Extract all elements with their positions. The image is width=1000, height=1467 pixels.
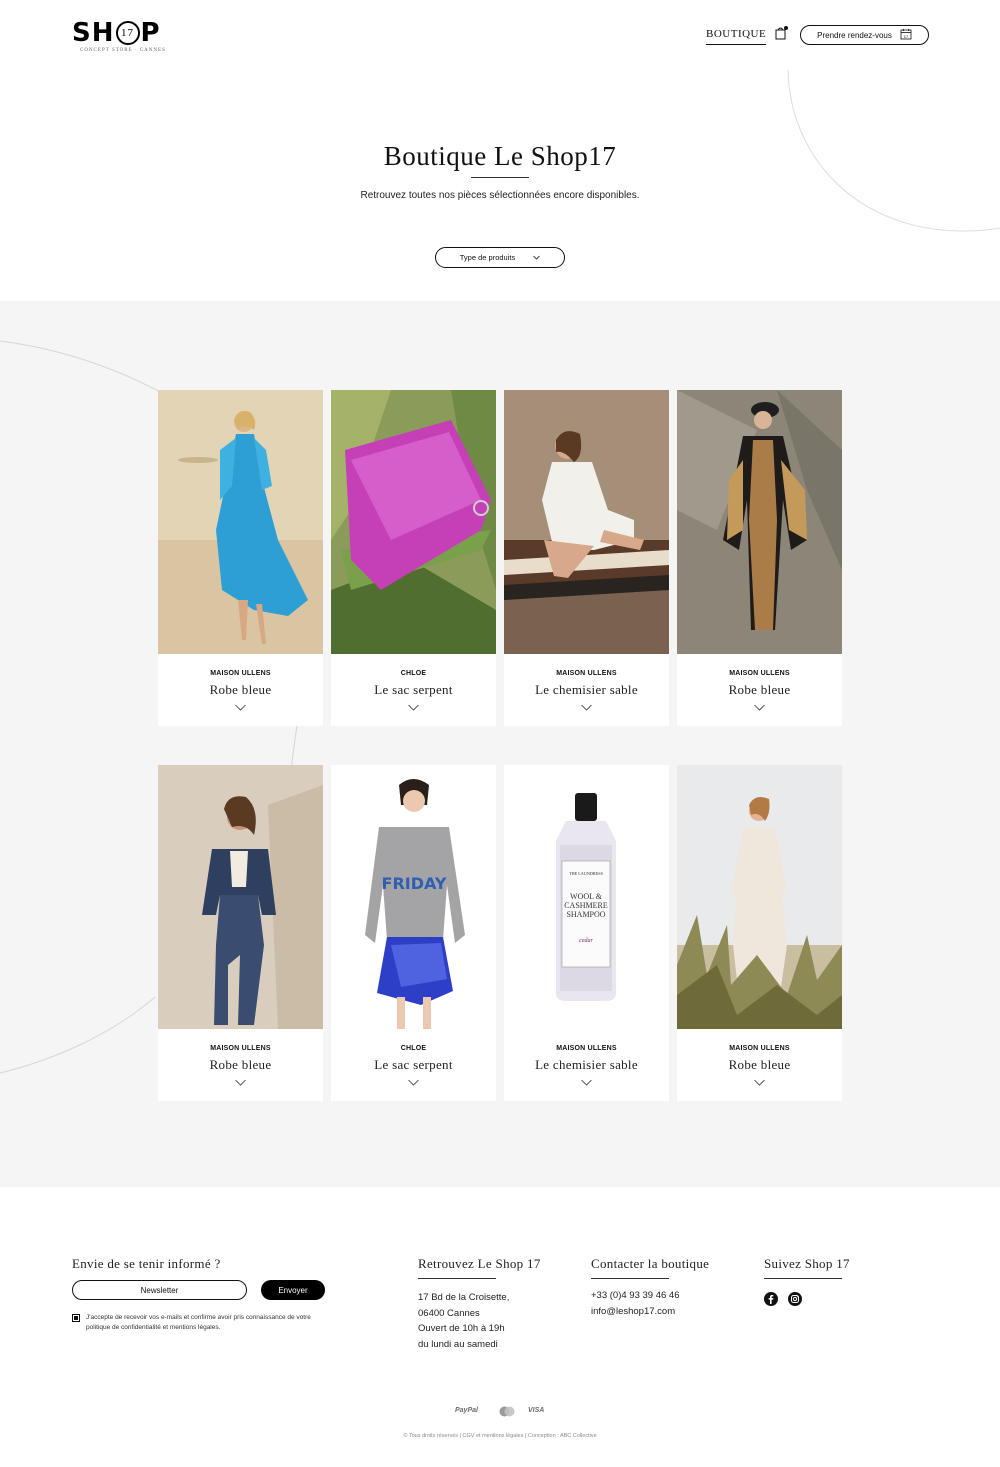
site-header: SH 17 P CONCEPT STORE · CANNES BOUTIQUE … [0,0,1000,70]
product-card[interactable]: MAISON ULLENS Robe bleue [677,390,842,726]
product-brand: MAISON ULLENS [210,1045,271,1052]
filter-label: Type de produits [459,253,516,262]
consent-text: J'accepte de recevoir vos e-mails et con… [86,1314,311,1331]
section-decorative-curves [0,340,298,1074]
product-card[interactable]: MAISON ULLENS Robe bleue [158,765,323,1101]
address-block: 17 Bd de la Croisette, 06400 Cannes Ouve… [418,1290,509,1352]
contact-block: +33 (0)4 93 39 46 46 info@leshop17.com [591,1288,679,1319]
chevron-down-icon[interactable] [408,1079,419,1086]
email-link[interactable]: info@leshop17.com [591,1304,679,1320]
product-card[interactable]: MAISON ULLENS Le chemisier sable [504,390,669,726]
product-card[interactable]: FRIDAY CHLOE Le sac serpent [331,765,496,1101]
product-type-filter[interactable]: Type de produits [435,247,565,268]
paypal-icon: PayPal [455,1407,478,1414]
consent-checkbox[interactable] [72,1314,80,1322]
svg-text:SHAMPOO: SHAMPOO [566,910,605,919]
product-name: Robe bleue [728,682,791,697]
product-card[interactable]: MAISON ULLENS Robe bleue [677,765,842,1101]
appointment-button[interactable]: Prendre rendez-vous 17 [800,25,929,45]
logo-letter-p: P [140,18,161,48]
newsletter-title: Envie de se tenir informé ? [72,1256,221,1271]
product-image[interactable] [158,765,323,1029]
product-image[interactable] [158,390,323,654]
product-brand: CHLOE [400,670,427,677]
product-image[interactable] [331,390,496,654]
page-subtitle: Retrouvez toutes nos pièces sélectionnée… [360,190,640,201]
cart-icon[interactable] [774,26,788,40]
product-brand: MAISON ULLENS [729,670,790,677]
chevron-down-icon[interactable] [235,704,246,711]
product-name: Robe bleue [209,1057,272,1072]
visa-icon: VISA [528,1407,545,1414]
product-image[interactable] [677,390,842,654]
chevron-down-icon[interactable] [235,1079,246,1086]
chevron-down-icon[interactable] [581,1079,592,1086]
product-brand: MAISON ULLENS [556,670,617,677]
svg-text:cedar: cedar [579,938,593,944]
calendar-icon: 17 [900,28,912,42]
chevron-down-icon[interactable] [408,704,419,711]
svg-text:CASHMERE: CASHMERE [564,901,608,910]
mastercard-icon [499,1406,515,1419]
address-title: Retrouvez Le Shop 17 [418,1256,541,1271]
product-name: Le chemisier sable [535,682,638,697]
product-grid-section: MAISON ULLENS Robe bleue CHLOE Le sac se… [0,301,1000,1187]
product-image[interactable] [504,390,669,654]
svg-text:17: 17 [904,34,909,39]
product-name: Le chemisier sable [535,1057,638,1072]
svg-text:FRIDAY: FRIDAY [382,874,447,893]
address-title-divider [418,1278,496,1279]
product-card[interactable]: CHLOE Le sac serpent [331,390,496,726]
svg-text:THE LAUNDRESS: THE LAUNDRESS [569,871,604,876]
contact-title-divider [591,1278,669,1279]
appointment-label: Prendre rendez-vous [817,30,892,40]
product-image[interactable]: FRIDAY [331,765,496,1029]
title-divider [471,177,529,178]
chevron-down-icon [533,253,541,262]
logo-letters-sh: SH [72,18,115,48]
product-name: Robe bleue [728,1057,791,1072]
copyright: © Tous droits réservés | CGV et mentions… [403,1433,597,1439]
product-card[interactable]: MAISON ULLENS Robe bleue [158,390,323,726]
chevron-down-icon[interactable] [754,704,765,711]
product-name: Le sac serpent [374,682,453,697]
social-title-divider [764,1278,842,1279]
svg-text:WOOL &: WOOL & [570,892,603,901]
product-brand: MAISON ULLENS [729,1045,790,1052]
instagram-icon[interactable] [788,1292,802,1306]
facebook-icon[interactable] [764,1292,778,1306]
product-card[interactable]: THE LAUNDRESS WOOL & CASHMERE SHAMPOO ce… [504,765,669,1101]
contact-title: Contacter la boutique [591,1256,710,1271]
product-brand: MAISON ULLENS [556,1045,617,1052]
product-name: Le sac serpent [374,1057,453,1072]
chevron-down-icon[interactable] [754,1079,765,1086]
opening-hours: Ouvert de 10h à 19h [418,1323,505,1334]
product-brand: MAISON ULLENS [210,670,271,677]
product-image[interactable]: THE LAUNDRESS WOOL & CASHMERE SHAMPOO ce… [504,765,669,1029]
address-line: 06400 Cannes [418,1307,480,1319]
logo-wordmark: SH 17 P [72,18,161,48]
logo-subtitle: CONCEPT STORE · CANNES [80,48,166,53]
logo-circle-17: 17 [115,21,140,45]
chevron-down-icon[interactable] [581,704,592,711]
page-title: Boutique Le Shop17 [383,141,617,171]
product-image[interactable] [677,765,842,1029]
product-brand: CHLOE [400,1045,427,1052]
opening-days: du lundi au samedi [418,1338,498,1350]
address-line: 17 Bd de la Croisette, [418,1292,510,1303]
phone-link[interactable]: +33 (0)4 93 39 46 46 [591,1288,679,1304]
newsletter-input[interactable] [72,1280,247,1300]
social-title: Suivez Shop 17 [764,1256,850,1271]
nav-boutique-link[interactable]: BOUTIQUE [706,28,767,45]
product-name: Robe bleue [209,682,272,697]
shop17-logo[interactable]: SH 17 P CONCEPT STORE · CANNES [72,18,165,58]
send-button[interactable]: Envoyer [261,1280,325,1300]
